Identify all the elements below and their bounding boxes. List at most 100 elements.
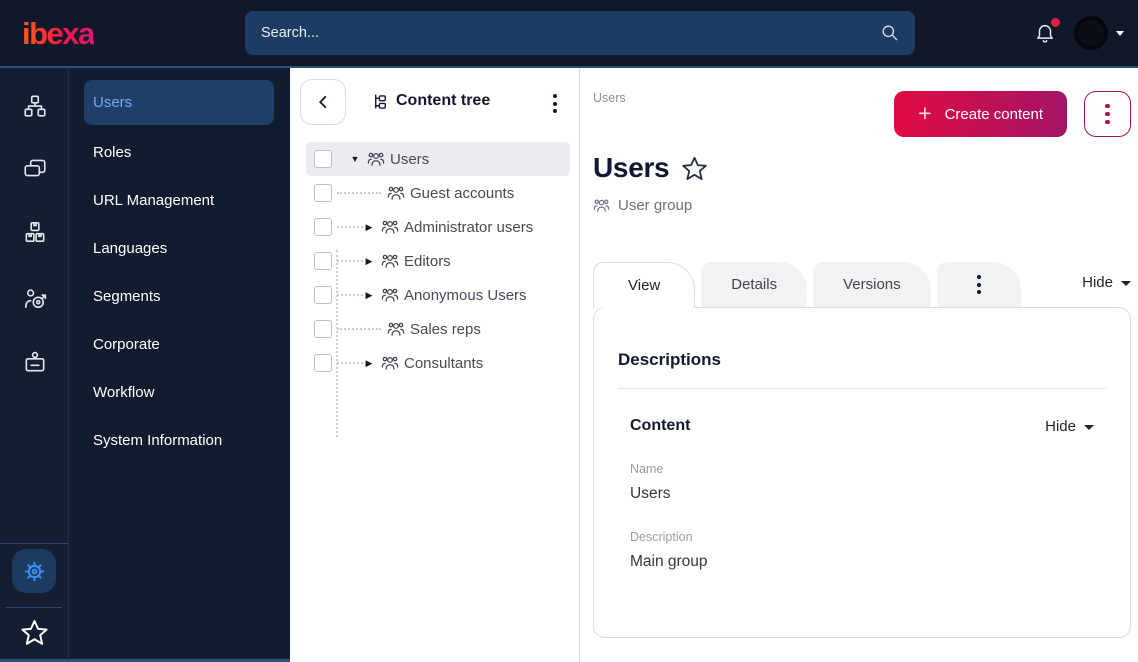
user-menu-button[interactable] xyxy=(1074,16,1124,50)
bookmarks-star-icon[interactable] xyxy=(0,618,69,647)
icon-rail xyxy=(0,68,69,662)
section-title: Content xyxy=(630,417,691,434)
rail-divider-top xyxy=(0,543,68,544)
admin-sidebar: Users Roles URL Management Languages Seg… xyxy=(69,68,290,662)
caret-down-icon xyxy=(1121,281,1131,286)
user-group-icon xyxy=(367,150,385,168)
avatar xyxy=(1074,16,1108,50)
kebab-icon xyxy=(976,275,981,294)
content-tree-title: Content tree xyxy=(372,92,490,110)
user-group-icon xyxy=(381,252,399,270)
search-icon[interactable] xyxy=(880,23,899,42)
sidebar-item-corporate[interactable]: Corporate xyxy=(69,320,290,368)
content-tree-list: ▼ Users Guest accounts ▶ Administrator u… xyxy=(290,142,580,437)
tree-checkbox[interactable] xyxy=(314,184,332,202)
tree-connector xyxy=(337,260,363,262)
topbar: ibexa xyxy=(0,0,1138,68)
card-heading: Descriptions xyxy=(618,350,721,369)
tree-checkbox[interactable] xyxy=(314,150,332,168)
expand-arrow-icon[interactable]: ▶ xyxy=(363,256,375,266)
tree-connector xyxy=(337,226,363,228)
page-title: Users xyxy=(593,152,670,183)
chevron-down-icon xyxy=(1116,30,1124,36)
expand-arrow-icon[interactable]: ▶ xyxy=(363,290,375,300)
tree-connector xyxy=(337,362,363,364)
user-group-icon xyxy=(381,354,399,372)
app-window: ibexa Search... Users Roles URL Manageme… xyxy=(0,0,1138,662)
tree-row-consultants[interactable]: ▶ Consultants xyxy=(306,346,570,380)
tree-row-sales-reps[interactable]: Sales reps xyxy=(306,312,570,346)
tab-details[interactable]: Details xyxy=(701,262,808,307)
expand-arrow-icon[interactable]: ▶ xyxy=(363,358,375,368)
expand-arrow-icon[interactable]: ▶ xyxy=(363,222,375,232)
tree-checkbox[interactable] xyxy=(314,218,332,236)
notification-badge xyxy=(1051,18,1060,27)
tab-versions[interactable]: Versions xyxy=(813,262,931,307)
content-tree-icon xyxy=(375,94,386,109)
sidebar-item-segments[interactable]: Segments xyxy=(69,272,290,320)
kebab-icon xyxy=(553,94,557,113)
global-search xyxy=(245,11,915,55)
chevron-left-icon xyxy=(319,95,327,109)
ibexa-logo[interactable]: ibexa xyxy=(22,18,95,49)
badge-icon[interactable] xyxy=(0,345,69,379)
tree-row-anonymous-users[interactable]: ▶ Anonymous Users xyxy=(306,278,570,312)
bookmark-star-icon[interactable] xyxy=(681,155,708,182)
tree-row-administrator-users[interactable]: ▶ Administrator users xyxy=(306,210,570,244)
tab-view[interactable]: View xyxy=(593,262,696,308)
field-value-description: Main group xyxy=(630,553,708,570)
main-content: Users + Create content Users User group … xyxy=(580,68,1138,662)
divider xyxy=(618,388,1106,389)
header-actions: + Create content xyxy=(894,91,1131,137)
sitemap-icon[interactable] xyxy=(0,89,69,123)
sidebar-item-users[interactable]: Users xyxy=(84,80,274,125)
rail-divider-bottom xyxy=(6,607,62,608)
create-content-button[interactable]: + Create content xyxy=(894,91,1067,137)
notifications-button[interactable] xyxy=(1034,18,1060,45)
sidebar-item-roles[interactable]: Roles xyxy=(69,128,290,176)
sidebar-item-languages[interactable]: Languages xyxy=(69,224,290,272)
sidebar-item-workflow[interactable]: Workflow xyxy=(69,368,290,416)
more-actions-button[interactable] xyxy=(1084,91,1131,137)
collapse-arrow-icon[interactable]: ▼ xyxy=(349,154,361,164)
tree-checkbox[interactable] xyxy=(314,320,332,338)
user-group-icon xyxy=(381,286,399,304)
sidebar-item-url-management[interactable]: URL Management xyxy=(69,176,290,224)
settings-gear-icon[interactable] xyxy=(12,549,56,593)
hide-section-toggle[interactable]: Hide xyxy=(1045,418,1094,435)
topbar-right xyxy=(1034,16,1124,50)
field-label-description: Description xyxy=(630,530,693,544)
content-pages-icon[interactable] xyxy=(0,151,69,185)
field-value-name: Users xyxy=(630,485,671,502)
user-group-icon xyxy=(381,218,399,236)
view-tab-card: Descriptions Content Hide Name Users Des… xyxy=(593,307,1131,638)
field-label-name: Name xyxy=(630,462,664,476)
tree-row-guest-accounts[interactable]: Guest accounts xyxy=(306,176,570,210)
kebab-icon xyxy=(1105,103,1110,125)
collapse-panel-button[interactable] xyxy=(300,79,346,125)
tree-connector xyxy=(337,294,363,296)
caret-down-icon xyxy=(1084,424,1094,430)
content-tree-menu-button[interactable] xyxy=(551,92,559,115)
hide-tabs-toggle[interactable]: Hide xyxy=(1082,274,1131,291)
tabs: View Details Versions Hide xyxy=(593,262,1131,308)
product-boxes-icon[interactable] xyxy=(0,215,69,249)
tree-row-editors[interactable]: ▶ Editors xyxy=(306,244,570,278)
breadcrumb[interactable]: Users xyxy=(593,91,626,105)
tab-more-button[interactable] xyxy=(936,262,1021,307)
content-type-label: User group xyxy=(618,197,693,214)
user-group-icon xyxy=(593,197,610,214)
tree-checkbox[interactable] xyxy=(314,354,332,372)
content-tree-panel: Content tree ▼ Users Guest accounts ▶ Ad… xyxy=(290,68,580,662)
tree-row-users[interactable]: ▼ Users xyxy=(306,142,570,176)
audience-target-icon[interactable] xyxy=(0,282,69,316)
content-type-row: User group xyxy=(593,197,692,214)
tree-checkbox[interactable] xyxy=(314,252,332,270)
user-group-icon xyxy=(387,320,405,338)
plus-icon: + xyxy=(918,99,932,126)
search-input[interactable] xyxy=(245,11,915,55)
sidebar-item-system-information[interactable]: System Information xyxy=(69,416,290,464)
tree-checkbox[interactable] xyxy=(314,286,332,304)
tree-connector xyxy=(337,328,381,330)
tree-connector xyxy=(337,192,381,194)
